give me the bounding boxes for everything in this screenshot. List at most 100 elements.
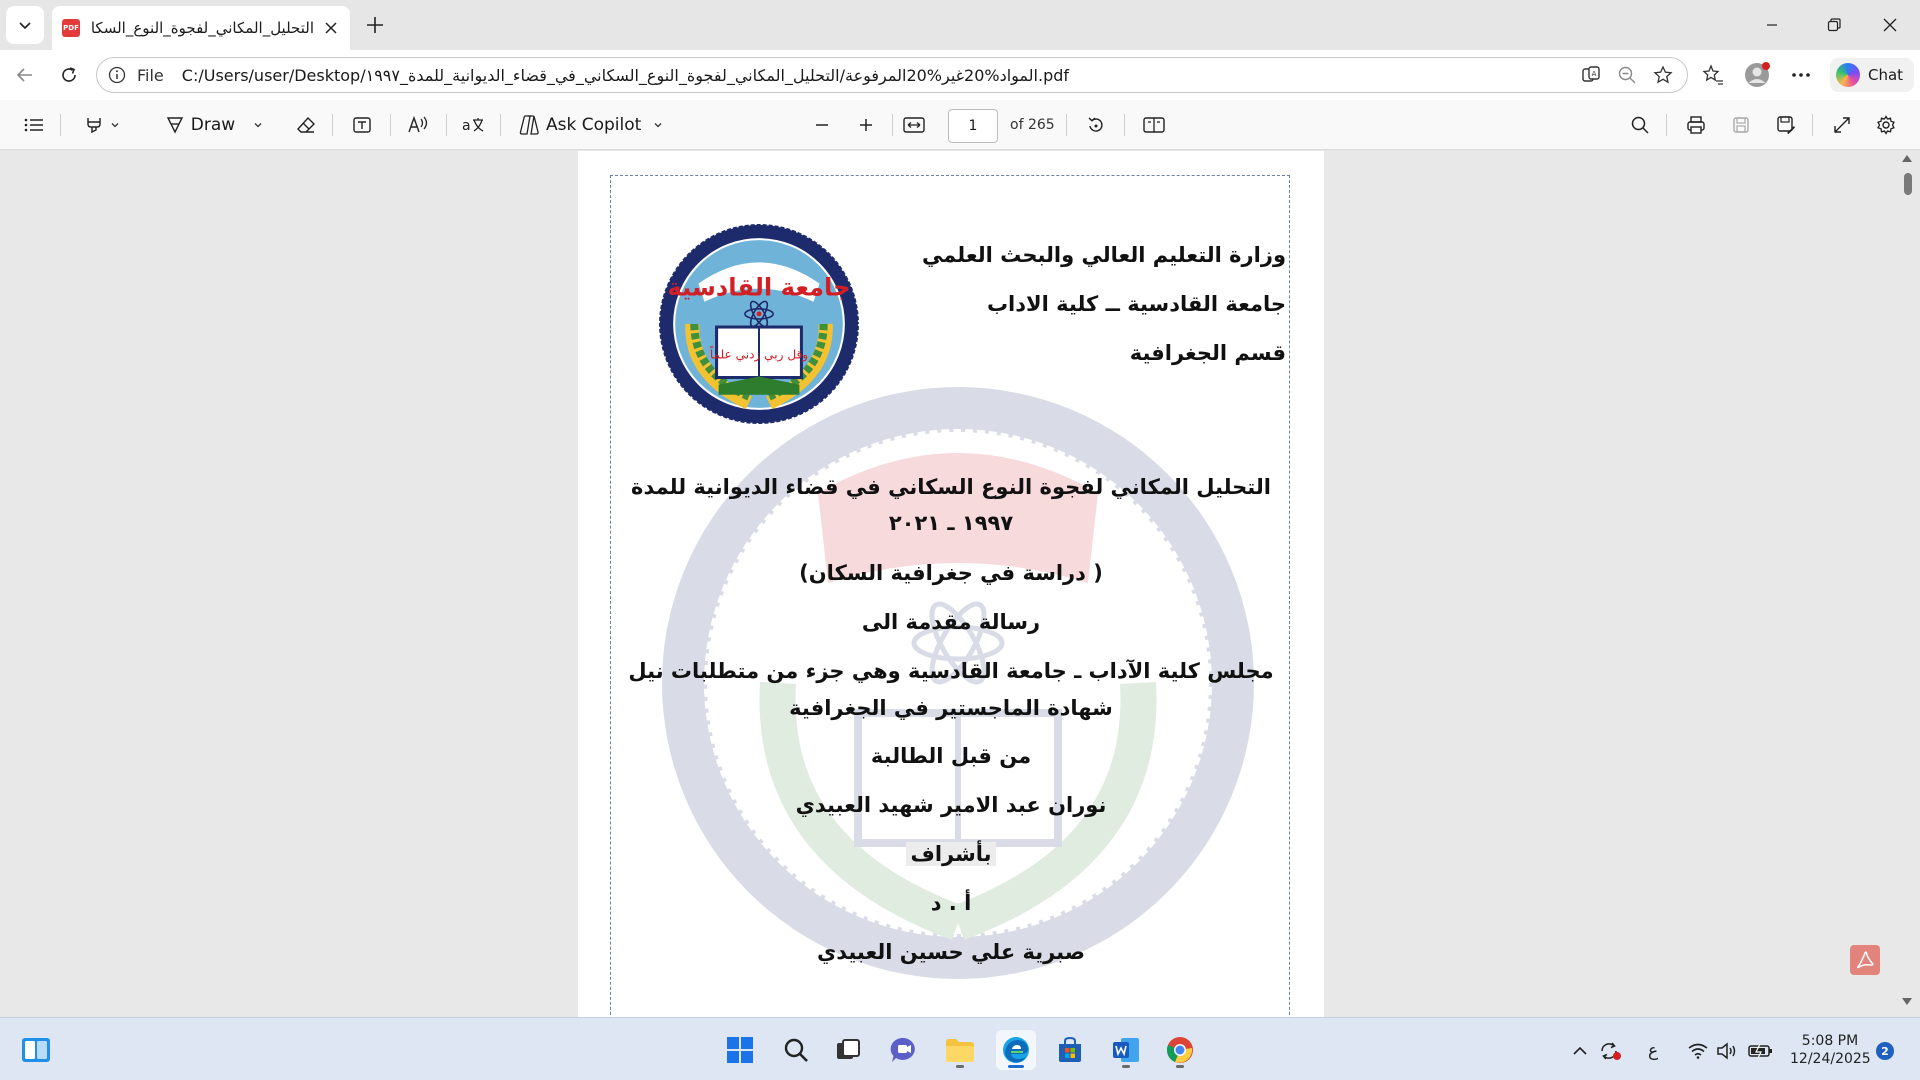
fit-to-width-button[interactable] bbox=[898, 109, 930, 141]
fit-width-icon bbox=[903, 117, 925, 133]
favorite-star-icon[interactable] bbox=[1649, 61, 1677, 89]
read-aloud-button[interactable] bbox=[402, 109, 434, 141]
council-line-1: مجلس كلية الآداب ـ جامعة القادسية وهي جز… bbox=[628, 659, 1274, 683]
pdf-favicon-icon: PDF bbox=[62, 19, 80, 37]
add-text-button[interactable] bbox=[346, 109, 378, 141]
save-button[interactable] bbox=[1725, 109, 1757, 141]
list-icon bbox=[24, 118, 43, 132]
favorites-button[interactable] bbox=[1696, 58, 1730, 92]
widgets-button[interactable] bbox=[16, 1030, 56, 1070]
pdf-viewer[interactable]: جامعة القادسية وقل ربي زدني علماً وزارة … bbox=[0, 151, 1920, 1017]
close-window-button[interactable] bbox=[1866, 6, 1914, 44]
minimize-button[interactable] bbox=[1748, 6, 1796, 44]
scrollbar-thumb[interactable] bbox=[1904, 173, 1912, 195]
scroll-up-arrow-icon[interactable] bbox=[1902, 155, 1912, 162]
running-indicator bbox=[956, 1065, 964, 1068]
refresh-button[interactable] bbox=[52, 58, 86, 92]
draw-button[interactable]: Draw bbox=[158, 109, 270, 141]
expand-icon bbox=[1834, 117, 1850, 133]
pdf-toolbar: Draw a Ask Copilot 1 of 265 bbox=[0, 100, 1920, 150]
contents-button[interactable] bbox=[18, 109, 50, 141]
file-explorer-button[interactable] bbox=[940, 1030, 980, 1070]
tab-actions-menu-button[interactable] bbox=[6, 6, 44, 44]
volume-icon[interactable] bbox=[1716, 1040, 1738, 1062]
running-indicator bbox=[1176, 1065, 1184, 1068]
save-as-button[interactable] bbox=[1770, 109, 1802, 141]
more-menu-button[interactable] bbox=[1784, 58, 1818, 92]
supervision-label: بأشراف bbox=[906, 842, 996, 866]
zoom-in-button[interactable] bbox=[850, 109, 882, 141]
sync-status-icon[interactable] bbox=[1598, 1040, 1622, 1062]
ministry-line: وزارة التعليم العالي والبحث العلمي bbox=[921, 243, 1286, 267]
tab-active-pdf[interactable]: PDF التحليل_المكاني_لفجوة_النوع_السكاني bbox=[52, 6, 350, 50]
erase-button[interactable] bbox=[290, 109, 322, 141]
save-as-icon bbox=[1777, 116, 1795, 134]
chevron-down-icon bbox=[654, 123, 662, 128]
teams-chat-button[interactable] bbox=[884, 1030, 924, 1070]
start-button[interactable] bbox=[720, 1030, 760, 1070]
new-tab-button[interactable] bbox=[358, 8, 392, 42]
toolbar-divider bbox=[332, 114, 333, 136]
read-aloud-icon bbox=[408, 115, 428, 133]
page-number-input[interactable]: 1 bbox=[948, 109, 998, 143]
zoom-out-icon[interactable] bbox=[1613, 61, 1641, 89]
site-info-icon[interactable] bbox=[107, 65, 127, 85]
rotate-button[interactable] bbox=[1080, 109, 1112, 141]
running-indicator bbox=[1122, 1065, 1130, 1068]
fullscreen-button[interactable] bbox=[1826, 109, 1858, 141]
page-total-label: of 265 bbox=[1010, 117, 1055, 133]
save-icon bbox=[1733, 117, 1749, 133]
chrome-icon bbox=[1167, 1037, 1193, 1063]
professor-title: أ . د bbox=[930, 891, 972, 915]
seal-title: جامعة القادسية bbox=[667, 273, 850, 302]
scroll-down-arrow-icon[interactable] bbox=[1902, 998, 1912, 1005]
back-button[interactable] bbox=[8, 58, 42, 92]
ask-copilot-button[interactable]: Ask Copilot bbox=[518, 109, 668, 141]
chrome-button[interactable] bbox=[1160, 1030, 1200, 1070]
widgets-icon bbox=[22, 1038, 50, 1062]
tab-close-button[interactable] bbox=[322, 19, 340, 37]
vertical-scrollbar[interactable] bbox=[1896, 151, 1920, 1017]
highlight-button[interactable] bbox=[74, 109, 130, 141]
task-view-button[interactable] bbox=[828, 1030, 868, 1070]
page-number-value: 1 bbox=[968, 118, 978, 134]
page-view-button[interactable] bbox=[1138, 109, 1170, 141]
draw-label: Draw bbox=[190, 115, 236, 135]
print-button[interactable] bbox=[1680, 109, 1712, 141]
read-aloud-icon[interactable]: A bbox=[1577, 61, 1605, 89]
url-text[interactable]: C:/Users/user/Desktop/المواد%20غير%20الم… bbox=[182, 66, 1577, 85]
ellipsis-icon bbox=[1792, 73, 1810, 77]
find-button[interactable] bbox=[1624, 109, 1656, 141]
address-bar[interactable]: File C:/Users/user/Desktop/المواد%20غير%… bbox=[96, 57, 1688, 93]
notification-badge[interactable]: 2 bbox=[1876, 1042, 1894, 1060]
windows-logo-icon bbox=[727, 1037, 753, 1063]
arrow-left-icon bbox=[16, 68, 32, 82]
microsoft-store-button[interactable] bbox=[1050, 1030, 1090, 1070]
chevron-down-icon bbox=[19, 22, 31, 30]
profile-button[interactable] bbox=[1740, 58, 1774, 92]
edge-icon bbox=[1003, 1037, 1029, 1063]
minus-icon bbox=[816, 124, 828, 126]
search-icon bbox=[784, 1038, 808, 1062]
page-view-icon bbox=[1143, 117, 1165, 133]
printer-icon bbox=[1687, 116, 1705, 134]
input-language-indicator[interactable]: ع bbox=[1648, 1040, 1658, 1062]
wifi-icon[interactable] bbox=[1688, 1040, 1708, 1062]
close-icon bbox=[1883, 18, 1897, 32]
zoom-out-button[interactable] bbox=[806, 109, 838, 141]
show-hidden-icons-button[interactable] bbox=[1572, 1040, 1588, 1062]
battery-icon[interactable] bbox=[1748, 1040, 1774, 1062]
close-icon bbox=[325, 22, 337, 34]
plus-icon bbox=[367, 17, 383, 33]
system-clock[interactable]: 5:08 PM 12/24/2025 bbox=[1790, 1032, 1871, 1068]
copilot-chat-button[interactable]: Chat bbox=[1830, 58, 1914, 92]
word-button[interactable] bbox=[1106, 1030, 1146, 1070]
store-icon bbox=[1059, 1036, 1081, 1062]
settings-button[interactable] bbox=[1870, 109, 1902, 141]
edge-browser-button[interactable] bbox=[996, 1030, 1036, 1070]
maximize-button[interactable] bbox=[1810, 6, 1858, 44]
translate-button[interactable]: a bbox=[456, 109, 490, 141]
acrobat-icon[interactable] bbox=[1850, 945, 1880, 975]
toolbar-divider bbox=[500, 114, 501, 136]
search-button[interactable] bbox=[776, 1030, 816, 1070]
